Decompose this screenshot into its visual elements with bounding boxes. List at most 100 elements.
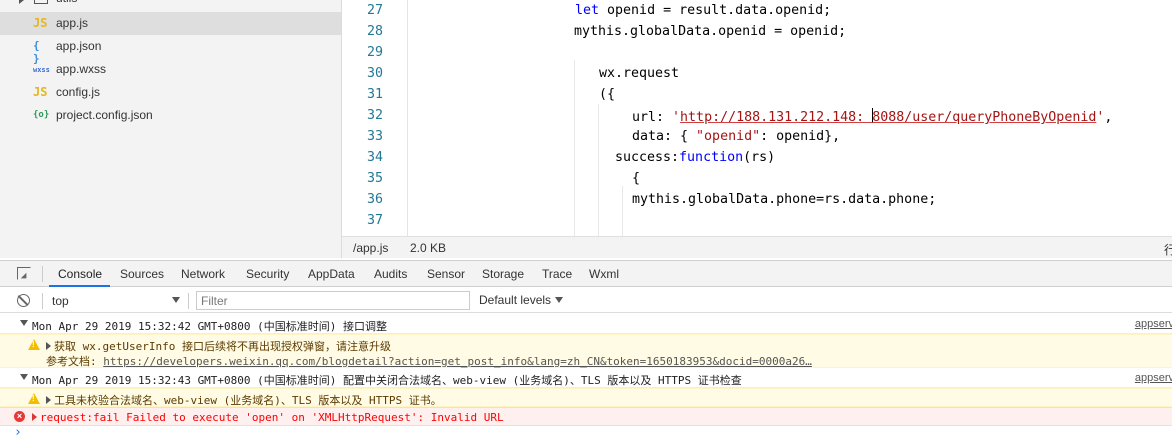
tab-network[interactable]: Network <box>181 267 225 281</box>
line-number: 36 <box>366 192 383 207</box>
expand-icon[interactable] <box>46 342 51 350</box>
indent-guide <box>622 186 623 236</box>
tab-sensor[interactable]: Sensor <box>427 267 465 281</box>
tab-security[interactable]: Security <box>246 267 289 281</box>
js-file-icon: JS <box>33 85 48 99</box>
line-number: 27 <box>366 3 383 18</box>
tree-folder-utils[interactable]: utils <box>0 0 341 11</box>
file-name: config.js <box>56 85 101 99</box>
tree-file-config-js[interactable]: JS config.js <box>0 81 341 104</box>
status-position[interactable]: 行 <box>1164 241 1172 258</box>
error-text[interactable]: request:fail Failed to execute 'open' on… <box>32 411 504 424</box>
doc-link[interactable]: https://developers.weixin.qq.com/blogdet… <box>103 355 812 368</box>
code-token: url: <box>632 110 673 125</box>
tab-wxml[interactable]: Wxml <box>589 267 619 281</box>
devtools-tab-bar: Console Sources Network Security AppData… <box>0 260 1172 287</box>
warning-icon <box>28 393 40 404</box>
line-number: 30 <box>366 66 383 81</box>
code-token: success: <box>615 150 680 165</box>
editor-status-bar: /app.js 2.0 KB 行 <box>342 236 1172 258</box>
tab-appdata[interactable]: AppData <box>308 267 355 281</box>
chevron-down-icon[interactable] <box>172 297 180 303</box>
code-line-31: ({ <box>599 87 616 102</box>
active-tab-indicator <box>49 285 110 287</box>
console-warning: 工具未校验合法域名、web-view (业务域名)、TLS 版本以及 HTTPS… <box>0 388 1172 407</box>
chevron-down-icon[interactable] <box>20 320 28 326</box>
log-levels-label: Default levels <box>479 293 552 307</box>
url-string: http://188.131.212.148: <box>680 110 873 125</box>
console-prompt[interactable]: › <box>14 425 22 440</box>
line-number: 32 <box>366 108 383 123</box>
tab-console[interactable]: Console <box>58 267 102 281</box>
filter-input[interactable] <box>196 291 470 310</box>
code-token: (rs) <box>743 150 776 165</box>
context-select[interactable]: top <box>52 294 69 308</box>
error-message: request:fail Failed to execute 'open' on… <box>40 411 504 424</box>
tab-audits[interactable]: Audits <box>374 267 407 281</box>
source-link[interactable]: appserv <box>1135 372 1172 384</box>
tab-trace[interactable]: Trace <box>542 267 572 281</box>
file-name: app.wxss <box>56 62 107 76</box>
line-number: 31 <box>366 87 383 102</box>
code-line-30: wx.request <box>599 66 680 81</box>
code-token: data: { <box>632 129 697 144</box>
folder-label: utils <box>56 0 77 5</box>
console-group-header[interactable]: Mon Apr 29 2019 15:32:42 GMT+0800 (中国标准时… <box>0 314 1172 334</box>
warning-message: 获取 wx.getUserInfo 接口后续将不再出现授权弹窗，请注意升级 <box>54 340 391 353</box>
file-name: project.config.json <box>56 108 153 122</box>
code-line-34: success:function(rs) <box>615 150 775 165</box>
line-number: 28 <box>366 24 383 39</box>
code-token: : openid}, <box>760 129 841 144</box>
inspect-element-icon[interactable] <box>17 267 31 280</box>
file-explorer: utils JS app.js { } app.json wxss app.wx… <box>0 0 342 258</box>
chevron-down-icon <box>555 297 564 303</box>
group-title: Mon Apr 29 2019 15:32:42 GMT+0800 (中国标准时… <box>32 320 388 333</box>
console-toolbar: top Default levels <box>0 288 1172 313</box>
expand-icon[interactable] <box>46 396 51 404</box>
folder-icon <box>34 0 48 4</box>
tree-file-app-json[interactable]: { } app.json <box>0 35 341 65</box>
source-link[interactable]: appserv <box>1135 318 1172 330</box>
code-token: , <box>1104 110 1113 125</box>
line-number: 34 <box>366 150 383 165</box>
code-editor[interactable]: 27 28 29 30 31 32 33 34 35 36 37 let ope… <box>342 0 1172 236</box>
warning-doc-line: 参考文档: https://developers.weixin.qq.com/b… <box>46 353 812 369</box>
warning-message: 工具未校验合法域名、web-view (业务域名)、TLS 版本以及 HTTPS… <box>54 394 442 407</box>
code-token: openid = result.data.openid; <box>599 3 832 18</box>
line-number: 33 <box>366 129 383 144</box>
config-file-icon: {o} <box>33 110 50 120</box>
code-line-36: mythis.globalData.phone=rs.data.phone; <box>632 192 937 207</box>
log-levels-dropdown[interactable]: Default levels <box>479 293 564 307</box>
code-line-32: url: 'http://188.131.212.148: 8088/user/… <box>632 108 1112 125</box>
chevron-down-icon[interactable] <box>20 374 28 380</box>
caret-right-icon[interactable] <box>19 0 24 4</box>
clear-console-icon[interactable] <box>17 294 30 307</box>
line-number: 37 <box>366 213 383 228</box>
divider <box>42 293 43 309</box>
expand-icon[interactable] <box>32 413 37 421</box>
doc-label: 参考文档: <box>46 355 104 368</box>
wxss-file-icon: wxss <box>33 66 50 74</box>
tab-storage[interactable]: Storage <box>482 267 524 281</box>
console-messages: Mon Apr 29 2019 15:32:42 GMT+0800 (中国标准时… <box>0 314 1172 442</box>
line-number: 29 <box>366 45 383 60</box>
code-token: function <box>679 150 744 165</box>
indent-guide <box>598 104 599 236</box>
tree-file-app-wxss[interactable]: wxss app.wxss <box>0 58 341 81</box>
tab-sources[interactable]: Sources <box>120 267 164 281</box>
error-icon: × <box>14 411 25 422</box>
code-token: let <box>575 3 600 18</box>
tree-file-app-js[interactable]: JS app.js <box>0 12 341 35</box>
status-file-size: 2.0 KB <box>410 241 447 255</box>
js-file-icon: JS <box>33 16 48 30</box>
code-line-33: data: { "openid": openid}, <box>632 129 840 144</box>
code-line-28: mythis.globalData.openid = openid; <box>574 24 847 39</box>
warning-text[interactable]: 获取 wx.getUserInfo 接口后续将不再出现授权弹窗，请注意升级 <box>46 338 391 354</box>
indent-guide <box>574 60 575 236</box>
warning-text[interactable]: 工具未校验合法域名、web-view (业务域名)、TLS 版本以及 HTTPS… <box>46 392 442 408</box>
line-number: 35 <box>366 171 383 186</box>
console-error: × request:fail Failed to execute 'open' … <box>0 407 1172 426</box>
group-title: Mon Apr 29 2019 15:32:43 GMT+0800 (中国标准时… <box>32 374 742 387</box>
tree-file-project-config-json[interactable]: {o} project.config.json <box>0 104 341 127</box>
console-group-header[interactable]: Mon Apr 29 2019 15:32:43 GMT+0800 (中国标准时… <box>0 368 1172 388</box>
